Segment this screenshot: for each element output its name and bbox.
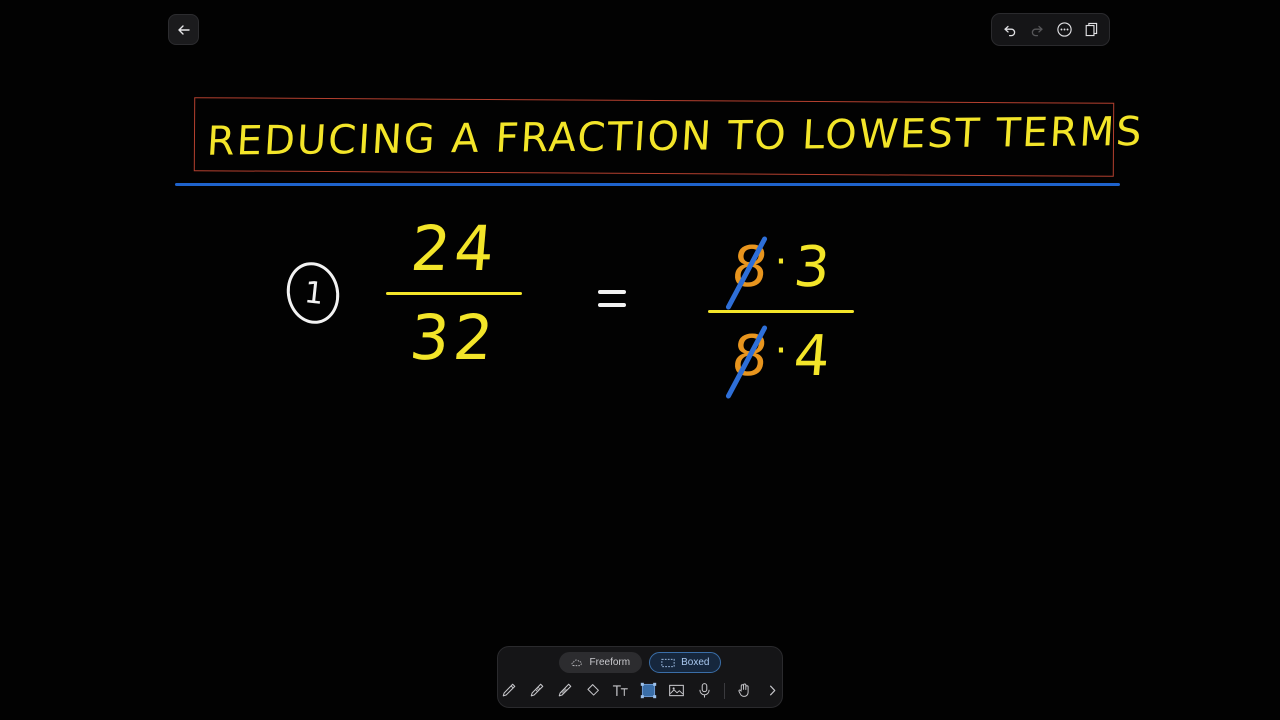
microphone-icon [698, 683, 710, 698]
tool-expand-button[interactable] [760, 678, 785, 703]
text-tt-icon [612, 685, 628, 697]
tool-select-button[interactable] [636, 678, 661, 703]
highlighter-icon [558, 683, 571, 697]
hand-pointer-icon [737, 683, 749, 697]
undo-icon [1004, 25, 1016, 36]
ellipsis-circle-icon [1056, 22, 1072, 37]
pen-icon [502, 683, 515, 697]
back-button[interactable] [168, 14, 199, 45]
drawing-toolbar: Freeform Boxed [497, 646, 783, 708]
whiteboard-canvas[interactable] [0, 0, 1280, 720]
tool-pen-button[interactable] [496, 678, 521, 703]
toolbar-divider [723, 682, 725, 699]
tool-pencil-button[interactable] [524, 678, 549, 703]
tool-image-button[interactable] [664, 678, 689, 703]
more-options-button[interactable] [1052, 18, 1076, 42]
selection-box-icon [640, 682, 656, 699]
pencil-icon [530, 683, 543, 697]
mode-freeform-label: Freeform [589, 657, 631, 668]
image-icon [668, 684, 684, 697]
redo-icon [1031, 25, 1043, 36]
copy-pages-icon [1085, 22, 1097, 37]
eraser-icon [586, 684, 599, 696]
tool-eraser-button[interactable] [580, 678, 605, 703]
redo-button[interactable] [1025, 18, 1049, 42]
tool-text-button[interactable] [608, 678, 633, 703]
mode-boxed-label: Boxed [681, 657, 710, 668]
boxed-rect-icon [661, 658, 675, 667]
tool-highlighter-button[interactable] [552, 678, 577, 703]
chevron-right-icon [769, 685, 775, 696]
mode-boxed-button[interactable]: Boxed [649, 652, 722, 673]
undo-button[interactable] [998, 18, 1022, 42]
tool-laser-button[interactable] [732, 678, 757, 703]
top-right-toolbar [991, 13, 1110, 46]
pages-button[interactable] [1079, 18, 1103, 42]
tool-microphone-button[interactable] [692, 678, 717, 703]
tool-button-group [496, 678, 785, 703]
freeform-cloud-icon [571, 659, 582, 666]
mode-freeform-button[interactable]: Freeform [558, 652, 643, 673]
mode-toggle-group: Freeform Boxed [558, 652, 722, 673]
arrow-left-icon [177, 24, 190, 35]
